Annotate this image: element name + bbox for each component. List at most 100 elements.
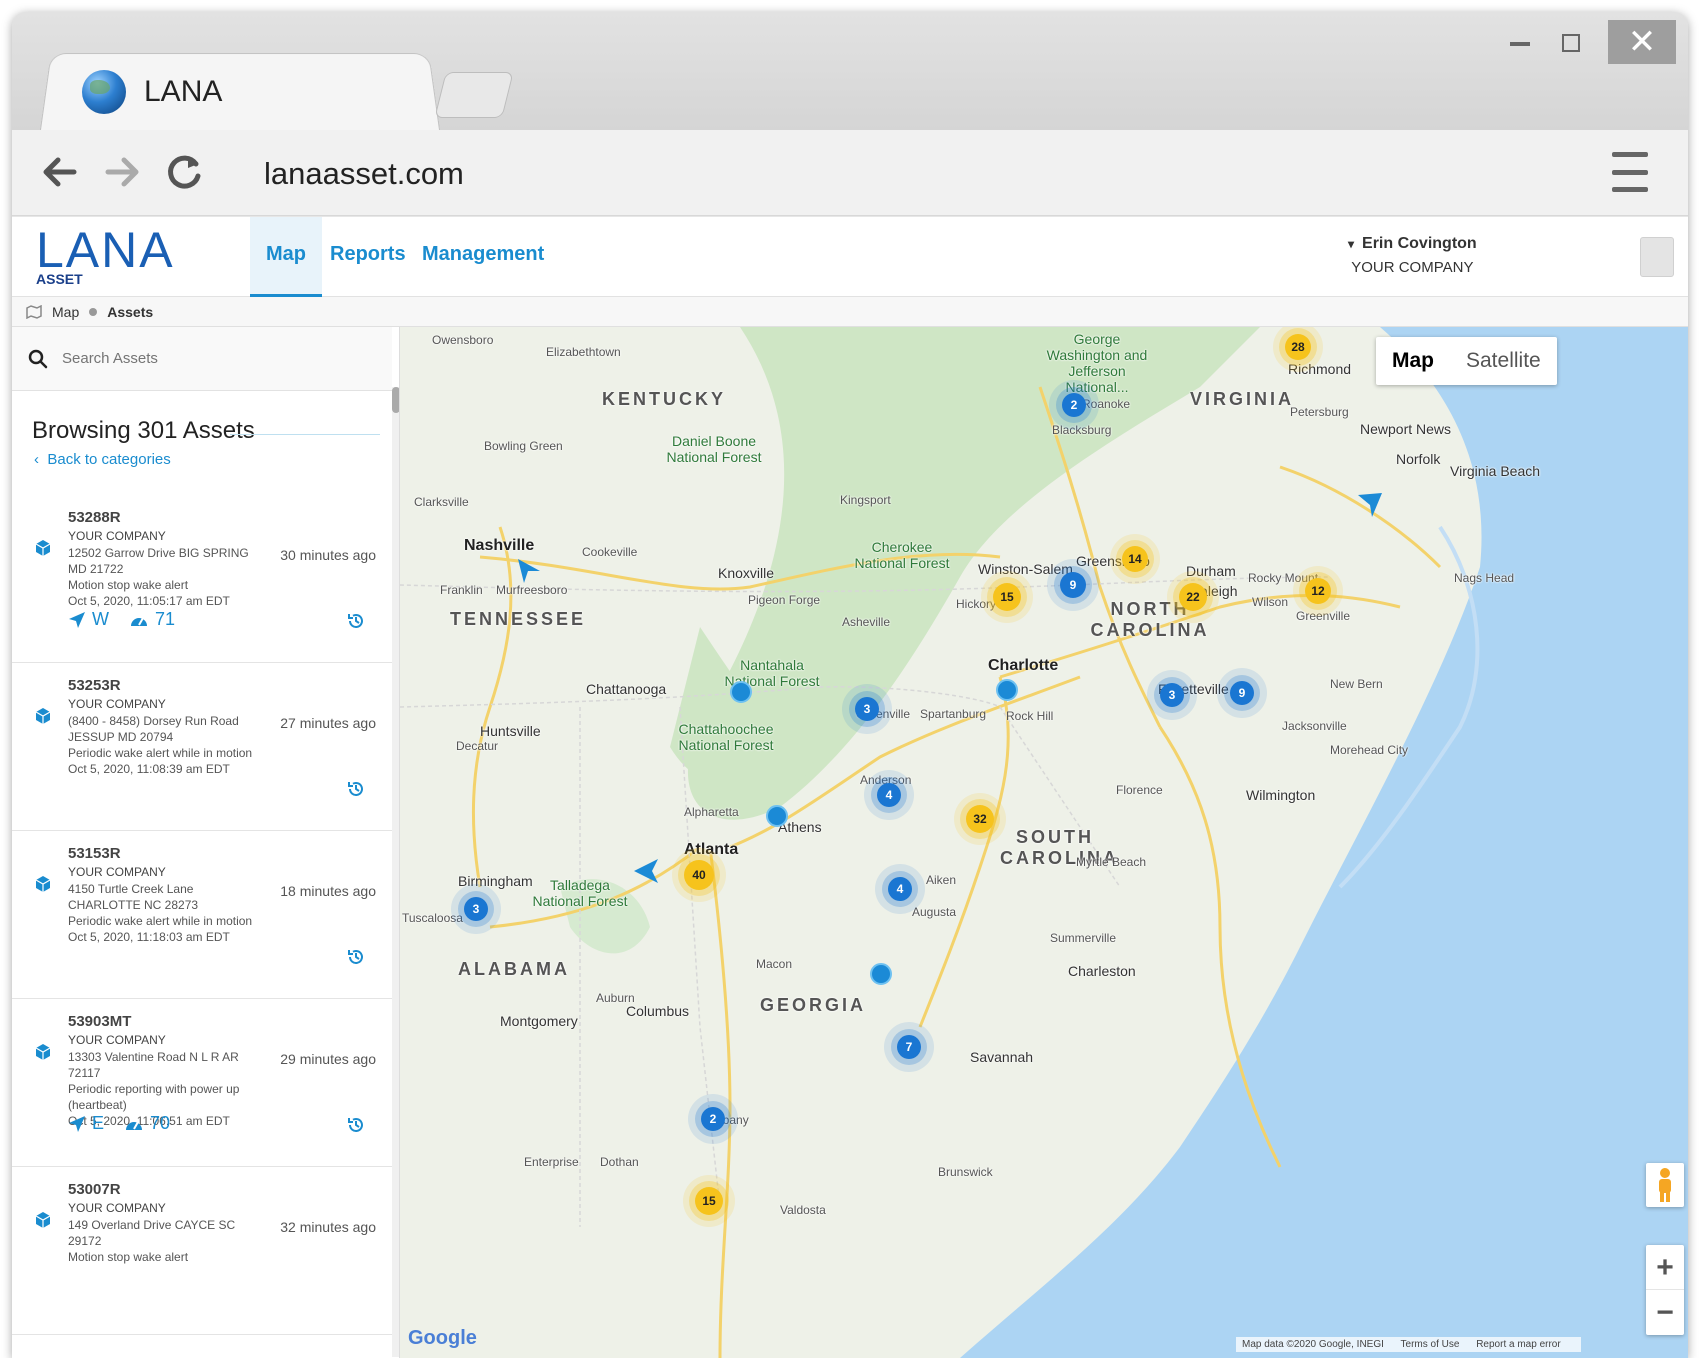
tab-title: LANA: [144, 75, 223, 108]
map-label-state: GEORGIA: [760, 995, 867, 1015]
cluster-marker[interactable]: 3: [855, 697, 879, 721]
asset-list-item[interactable]: 53153R YOUR COMPANY 4150 Turtle Creek La…: [12, 831, 392, 999]
map-label-city: Blacksburg: [1052, 423, 1112, 437]
back-arrow-icon[interactable]: [34, 146, 86, 198]
cluster-marker[interactable]: 28: [1285, 334, 1311, 360]
new-tab-button[interactable]: [434, 72, 514, 118]
address-bar[interactable]: lanaasset.com: [264, 156, 464, 192]
avatar[interactable]: [1640, 237, 1674, 277]
cluster-marker[interactable]: 4: [877, 783, 901, 807]
cluster-marker[interactable]: 15: [695, 1187, 723, 1215]
map-label-park: Chattahoochee National Forest: [678, 721, 774, 753]
back-to-categories-link[interactable]: ‹ Back to categories: [34, 451, 171, 468]
cluster-marker[interactable]: 9: [1060, 572, 1086, 598]
cluster-marker[interactable]: 2: [1062, 393, 1086, 417]
map-label-city: Macon: [756, 957, 793, 971]
scrollbar-thumb[interactable]: [392, 387, 399, 413]
speedometer-icon: [126, 1121, 143, 1130]
history-icon[interactable]: [346, 779, 366, 799]
browser-tab-content[interactable]: LANA: [82, 70, 222, 114]
maximize-button[interactable]: [1562, 34, 1580, 52]
cluster-marker[interactable]: 14: [1122, 546, 1148, 572]
lana-logo[interactable]: LANA ASSET: [36, 225, 176, 289]
close-window-button[interactable]: ✕: [1608, 20, 1676, 64]
app-root: LANA ASSET Map Reports Management Erin C…: [12, 217, 1688, 1358]
forward-arrow-icon[interactable]: [96, 146, 148, 198]
map-label-city: Montgomery: [500, 1013, 578, 1029]
cluster-marker[interactable]: 9: [1230, 681, 1254, 705]
zoom-out-button[interactable]: −: [1646, 1290, 1684, 1335]
map-type-satellite-button[interactable]: Satellite: [1450, 337, 1557, 385]
sidebar-scrollbar[interactable]: [392, 387, 399, 1357]
cluster-marker[interactable]: 32: [966, 805, 994, 833]
globe-icon: [82, 70, 126, 114]
asset-heading: W: [92, 609, 109, 629]
cluster-marker[interactable]: 2: [701, 1107, 725, 1131]
cluster-marker[interactable]: 22: [1179, 583, 1207, 611]
cube-icon: [35, 1212, 51, 1228]
breadcrumb-assets: Assets: [107, 303, 154, 320]
history-icon[interactable]: [346, 947, 366, 967]
map-view[interactable]: KENTUCKY VIRGINIA TENNESSEE NORTH CAROLI…: [400, 327, 1688, 1358]
map-type-map-button[interactable]: Map: [1376, 337, 1450, 385]
asset-list-item[interactable]: 53253R YOUR COMPANY (8400 - 8458) Dorsey…: [12, 663, 392, 831]
asset-list-item[interactable]: 53903MT YOUR COMPANY 13303 Valentine Roa…: [12, 999, 392, 1167]
asset-speed: 71: [155, 609, 176, 629]
cluster-marker[interactable]: 12: [1305, 578, 1331, 604]
search-icon: [28, 349, 48, 368]
report-map-error-link[interactable]: Report a map error: [1476, 1339, 1560, 1350]
map-label-park: Cherokee National Forest: [854, 539, 950, 571]
street-view-pegman[interactable]: [1646, 1163, 1684, 1207]
history-icon[interactable]: [346, 1115, 366, 1135]
asset-pin[interactable]: [766, 805, 788, 827]
browser-menu-button[interactable]: [1612, 152, 1648, 192]
asset-id: 53288R: [68, 509, 121, 526]
zoom-in-button[interactable]: +: [1646, 1245, 1684, 1290]
cluster-marker[interactable]: 3: [1160, 683, 1184, 707]
title-divider: [230, 434, 380, 435]
asset-pin[interactable]: [870, 963, 892, 985]
map-label-city: Aiken: [926, 873, 957, 887]
map-label-city: Chattanooga: [586, 681, 667, 697]
asset-last-seen: 27 minutes ago: [280, 715, 376, 731]
map-label-city: Nags Head: [1454, 571, 1515, 585]
nav-tab-management[interactable]: Management: [406, 217, 560, 297]
asset-id: 53007R: [68, 1181, 121, 1198]
asset-pin[interactable]: [730, 681, 752, 703]
map-label-city: Nashville: [464, 537, 535, 554]
asset-company: YOUR COMPANY: [68, 1033, 166, 1047]
browser-toolbar: lanaasset.com: [12, 130, 1688, 216]
asset-list: 53288R YOUR COMPANY 12502 Garrow Drive B…: [12, 495, 392, 1335]
history-icon[interactable]: [346, 611, 366, 631]
pegman-icon: [1659, 1168, 1671, 1202]
minimize-button[interactable]: [1510, 42, 1530, 46]
asset-pin[interactable]: [996, 679, 1018, 701]
cluster-marker[interactable]: 4: [888, 877, 912, 901]
cluster-marker[interactable]: 40: [684, 860, 714, 890]
moving-asset-arrow-icon[interactable]: [632, 857, 660, 885]
moving-asset-arrow-icon[interactable]: [1356, 491, 1384, 519]
nav-tab-map[interactable]: Map: [250, 217, 322, 297]
user-menu[interactable]: Erin Covington YOUR COMPANY: [1348, 235, 1476, 276]
map-label-city: Winston-Salem: [978, 561, 1073, 577]
cluster-marker[interactable]: 3: [464, 897, 488, 921]
asset-company: YOUR COMPANY: [68, 529, 166, 543]
zoom-control: + −: [1646, 1245, 1684, 1335]
asset-motion: E 70: [68, 1113, 170, 1134]
reload-icon[interactable]: [158, 146, 210, 198]
map-label-state: KENTUCKY: [602, 389, 727, 409]
map-label-city: Pigeon Forge: [748, 593, 821, 607]
heading-arrow-icon: [69, 611, 85, 628]
asset-list-item[interactable]: 53288R YOUR COMPANY 12502 Garrow Drive B…: [12, 495, 392, 663]
cluster-marker[interactable]: 7: [897, 1035, 921, 1059]
map-label-city: Birmingham: [458, 873, 533, 889]
asset-list-item[interactable]: 53007R YOUR COMPANY 149 Overland Drive C…: [12, 1167, 392, 1335]
breadcrumb-map[interactable]: Map: [52, 304, 79, 320]
terms-of-use-link[interactable]: Terms of Use: [1401, 1339, 1460, 1350]
search-input[interactable]: [62, 350, 362, 367]
moving-asset-arrow-icon[interactable]: [514, 557, 542, 585]
cube-icon: [35, 876, 51, 892]
cluster-marker[interactable]: 15: [993, 583, 1021, 611]
asset-heading: E: [92, 1113, 105, 1133]
map-label-city: Morehead City: [1330, 743, 1409, 757]
